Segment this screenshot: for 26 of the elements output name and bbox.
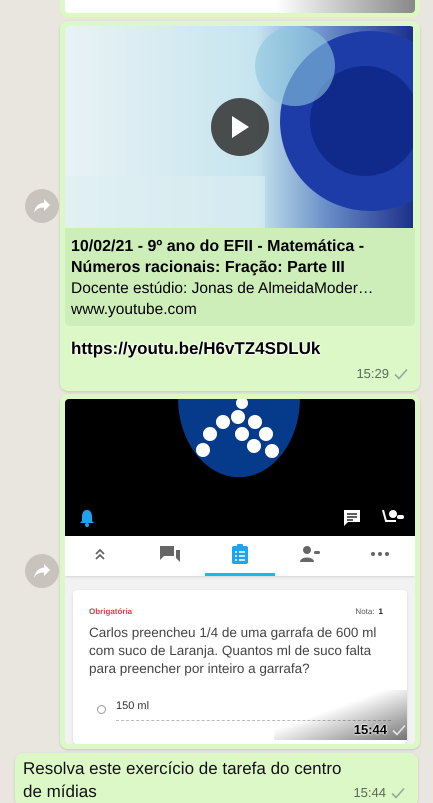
bell-icon[interactable] [79, 508, 95, 526]
radio-button[interactable] [97, 704, 106, 714]
message-text: Resolva este exercício de tarefa do centro de mídias [23, 758, 342, 802]
forward-icon [33, 563, 51, 579]
chat-icon [159, 545, 181, 563]
option-label: 150 ml [116, 698, 391, 721]
message-icon[interactable] [343, 508, 361, 526]
message-time: 15:44 [353, 784, 386, 802]
preview-domain: www.youtube.com [71, 300, 198, 320]
link[interactable]: https://youtu.be/H6vTZ4SDLUk [71, 339, 320, 358]
message-time: 15:29 [356, 365, 389, 383]
person-icon[interactable] [382, 508, 404, 524]
forward-icon [33, 198, 51, 214]
more-icon [371, 552, 389, 556]
link-preview[interactable]: 10/02/21 - 9º ano do EFII - Matemática - Números racionais: Fração: Parte III Docente estúdio: Jonas de AlmeidaModer… www.youtube.com [65, 228, 415, 326]
grade-label: Nota: [355, 606, 375, 618]
preview-title: 10/02/21 - 9º ano do EFII - Matemática - Números racionais: Fração: Parte III [71, 237, 366, 278]
message-time: 15:44 [354, 721, 387, 739]
clipboard-icon [232, 544, 248, 564]
question-text: Carlos preencheu 1/4 de uma garrafa de 600 ml com suco de Laranja. Quantos ml de suco falta para preencher por inteiro a garrafa? [89, 624, 378, 678]
person-icon [300, 546, 320, 562]
play-icon [230, 115, 250, 139]
required-label: Obrigatória [89, 606, 132, 618]
grade-value: 1 [378, 606, 383, 618]
chevrons-up-icon [94, 547, 106, 561]
preview-description: Docente estúdio: Jonas de AlmeidaModer… [71, 279, 374, 299]
